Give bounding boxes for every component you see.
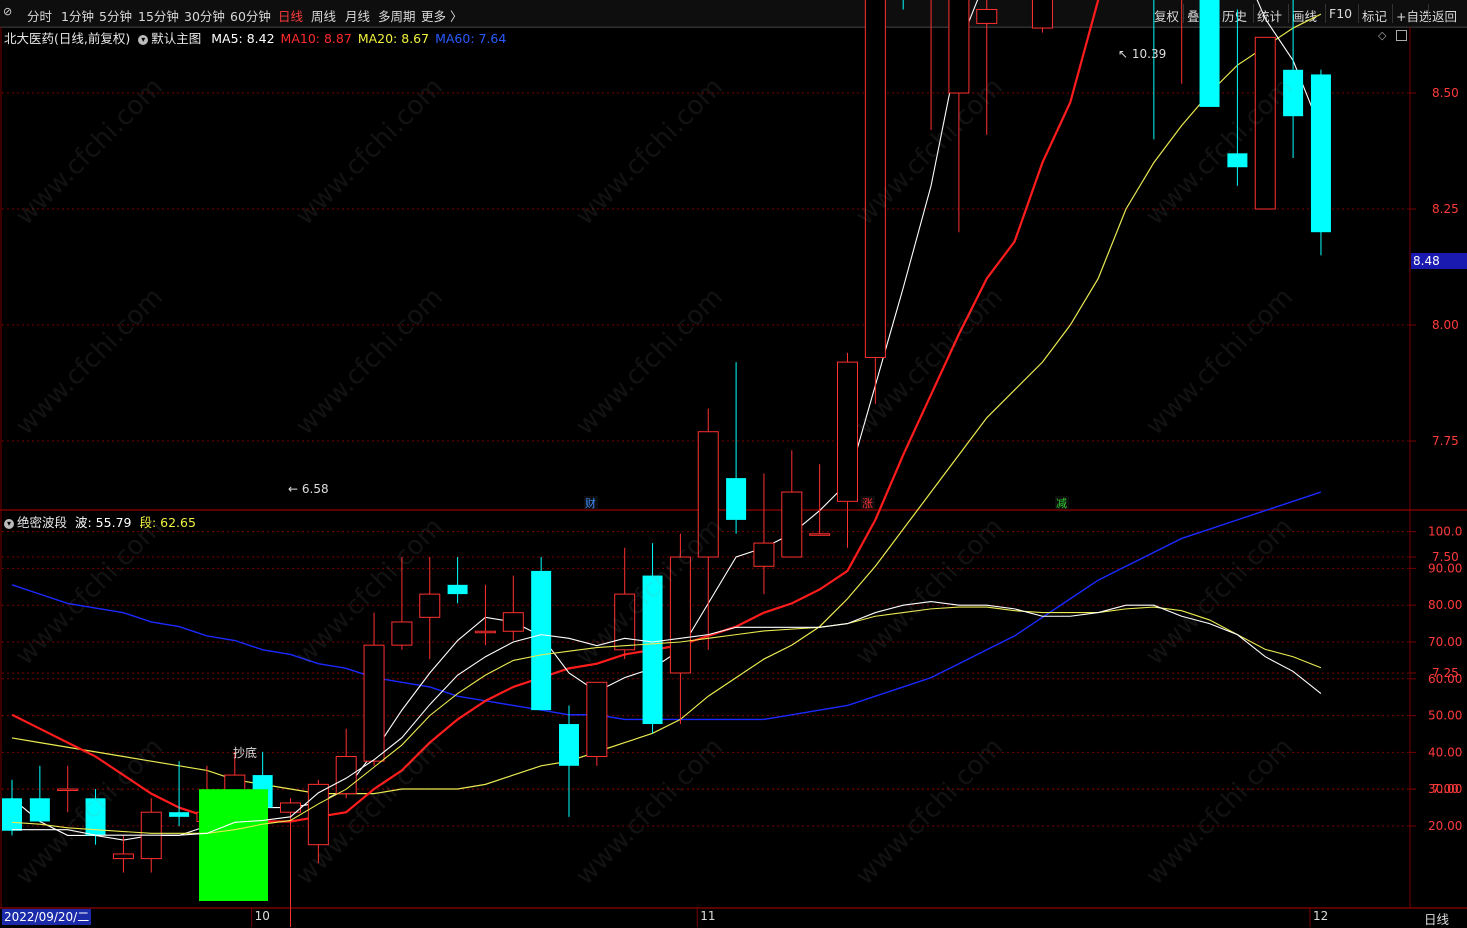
buy-signal-bar: [199, 789, 268, 901]
signal-label: 抄底: [233, 745, 257, 760]
candle-body: [642, 575, 663, 725]
ma10-line: [11, 0, 1100, 823]
indicator-tick-label: 70.00: [1428, 635, 1462, 649]
candle-body: [1227, 153, 1248, 168]
indicator-tick-label: 40.00: [1428, 745, 1462, 759]
candle-body: [586, 681, 608, 758]
candle-body: [29, 798, 50, 822]
indicator-tick-label: 20.00: [1428, 819, 1462, 833]
event-marker: 涨: [862, 497, 873, 510]
ma20-line: [11, 13, 1322, 795]
chart-canvas[interactable]: 10.009.759.509.259.008.758.508.258.007.7…: [0, 0, 1467, 927]
period-label[interactable]: 日线: [1424, 909, 1449, 928]
candle-body: [531, 570, 552, 711]
candle-body: [864, 0, 886, 358]
candle-body: [474, 630, 496, 634]
indicator-tick-label: 50.00: [1428, 709, 1462, 723]
candle-body: [669, 556, 691, 674]
candle-body: [781, 491, 803, 558]
candle-body: [837, 361, 858, 502]
candle-body: [697, 431, 719, 558]
candle-body: [57, 788, 79, 791]
event-marker: 财: [585, 496, 596, 510]
indicator-tick-label: 30.00: [1428, 782, 1462, 796]
low-price-label: ← 6.58: [288, 482, 329, 496]
candle-body: [169, 812, 190, 817]
price-tick-label: 8.00: [1432, 318, 1459, 332]
candle-body: [726, 478, 747, 520]
candle-body: [419, 593, 441, 618]
candle-body: [1199, 0, 1220, 107]
indicator-tick-label: 100.0: [1428, 525, 1462, 539]
candle-body: [502, 612, 524, 632]
candle-body: [614, 593, 636, 651]
month-label: 10: [255, 909, 270, 923]
candle-body: [112, 853, 134, 860]
candle-body: [976, 8, 998, 24]
current-price-tag: 8.48: [1411, 253, 1467, 269]
indicator-tick-label: 90.00: [1428, 561, 1462, 575]
price-tick-label: 8.50: [1432, 86, 1459, 100]
candle-body: [335, 756, 357, 795]
indicator-tick-label: 60.00: [1428, 672, 1462, 686]
candle-body: [447, 584, 468, 595]
candle-body: [1031, 0, 1053, 29]
candle-body: [2, 798, 22, 831]
candle-body: [1283, 69, 1304, 117]
ma5-line: [11, 0, 1322, 841]
month-label: 12: [1313, 909, 1328, 923]
high-price-label: ↖ 10.39: [1118, 47, 1166, 61]
month-label: 11: [700, 909, 715, 923]
candle-body: [948, 0, 970, 94]
event-marker: 减: [1056, 497, 1067, 510]
price-tick-label: 7.75: [1432, 434, 1459, 448]
candle-body: [753, 542, 775, 567]
price-tick-label: 8.25: [1432, 202, 1459, 216]
candle-body: [809, 533, 831, 536]
candle-body: [363, 644, 385, 762]
candle-body: [391, 621, 413, 646]
indicator-tick-label: 80.00: [1428, 598, 1462, 612]
cursor-date: 2022/09/20/二: [2, 909, 92, 925]
candle-body: [1254, 36, 1276, 210]
candle-body: [1310, 74, 1331, 233]
candle-body: [559, 724, 579, 766]
